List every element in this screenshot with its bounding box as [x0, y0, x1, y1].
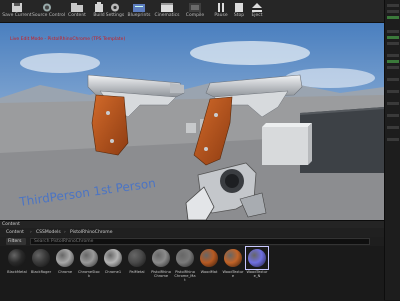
source-control-icon: [43, 3, 51, 12]
tab-content[interactable]: Content: [2, 222, 20, 227]
material-sphere-icon: [224, 249, 242, 267]
blueprints-button[interactable]: Blueprints: [124, 1, 154, 21]
asset-name: Chrome: [57, 270, 73, 274]
breadcrumb-separator-icon: ›: [30, 230, 32, 235]
save-current-button[interactable]: Save Current: [2, 1, 32, 21]
asset-name: PistolRhinoChrome: [151, 270, 171, 278]
asset-thumbnail: [78, 247, 100, 269]
material-sphere-icon: [80, 249, 98, 267]
search-input[interactable]: Search PistolRhinoChrome: [30, 238, 370, 245]
breadcrumb-item[interactable]: Content: [6, 230, 24, 235]
material-sphere-icon: [32, 249, 50, 267]
material-sphere-icon: [56, 249, 74, 267]
asset-grid: BlackMetal BlackRoger Chrome ChromeStock Chr…: [4, 246, 384, 301]
save-icon: [12, 3, 22, 12]
asset-tile[interactable]: PistolRhinoChrome_Mat: [174, 247, 196, 297]
asset-tile[interactable]: BlackMetal: [6, 247, 28, 297]
asset-thumbnail: [102, 247, 124, 269]
content-browser-header: Content: [0, 221, 384, 228]
asset-thumbnail: [198, 247, 220, 269]
material-sphere-icon: [248, 249, 266, 267]
asset-thumbnail: [174, 247, 196, 269]
cinematics-button[interactable]: Cinematics: [152, 1, 182, 21]
material-sphere-icon: [104, 249, 122, 267]
eject-icon: [252, 3, 262, 12]
eject-button[interactable]: Eject: [242, 1, 272, 21]
material-sphere-icon: [128, 249, 146, 267]
asset-name: WoodTexture_N: [246, 270, 268, 278]
asset-name: WoodTexture: [222, 270, 244, 278]
asset-tile[interactable]: WoodMat: [198, 247, 220, 297]
asset-thumbnail: [6, 247, 28, 269]
asset-name: PalMetal: [129, 270, 145, 274]
settings-icon: [111, 3, 119, 12]
source-control-button[interactable]: Source Control: [32, 1, 65, 21]
asset-tile[interactable]: Chrome: [54, 247, 76, 297]
breadcrumb-item[interactable]: PistolRhinoChrome: [70, 230, 112, 235]
asset-name: PistolRhinoChrome_Mat: [174, 270, 196, 282]
asset-thumbnail: [54, 247, 76, 269]
breadcrumb: Content › CSSModels › PistolRhinoChrome: [0, 228, 384, 237]
material-sphere-icon: [152, 249, 170, 267]
asset-name: BlackRoger: [30, 270, 52, 274]
compile-icon: [189, 3, 201, 12]
material-sphere-icon: [8, 249, 26, 267]
asset-tile[interactable]: WoodTexture: [222, 247, 244, 297]
asset-thumbnail: [222, 247, 244, 269]
asset-tile[interactable]: PalMetal: [126, 247, 148, 297]
asset-name: Chrome1: [104, 270, 122, 274]
breadcrumb-item[interactable]: CSSModels: [36, 230, 61, 235]
level-viewport[interactable]: ThirdPerson 1st Person Live Edit Mode - …: [0, 23, 384, 220]
material-sphere-icon: [200, 249, 218, 267]
material-sphere-icon: [176, 249, 194, 267]
cinematics-icon: [161, 3, 173, 12]
viewport-debug-text: Live Edit Mode - PistolRhinoChrome (TPS …: [10, 37, 126, 42]
asset-tile[interactable]: Chrome1: [102, 247, 124, 297]
filters-button[interactable]: Filters: [6, 238, 26, 245]
asset-thumbnail: [126, 247, 148, 269]
asset-name: BlackMetal: [7, 270, 27, 274]
asset-thumbnail: [150, 247, 172, 269]
asset-name: ChromeStock: [78, 270, 100, 278]
asset-thumbnail: [30, 247, 52, 269]
asset-name: WoodMat: [200, 270, 218, 274]
asset-thumbnail: [245, 246, 269, 270]
filter-bar: Filters Search PistolRhinoChrome: [0, 237, 384, 246]
asset-tile[interactable]: BlackRoger: [30, 247, 52, 297]
asset-tile[interactable]: PistolRhinoChrome: [150, 247, 172, 297]
main-toolbar: Save Current Source Control Content Buil…: [0, 0, 384, 23]
blueprints-icon: [133, 4, 145, 12]
content-browser: Content Content › CSSModels › PistolRhin…: [0, 220, 384, 301]
asset-tile[interactable]: WoodTexture_N: [245, 246, 269, 297]
side-panel-strip[interactable]: [384, 0, 400, 300]
content-icon: [71, 3, 83, 12]
asset-tile[interactable]: ChromeStock: [78, 247, 100, 297]
viewport-scene: ThirdPerson 1st Person: [0, 23, 384, 220]
breadcrumb-separator-icon: ›: [64, 230, 66, 235]
